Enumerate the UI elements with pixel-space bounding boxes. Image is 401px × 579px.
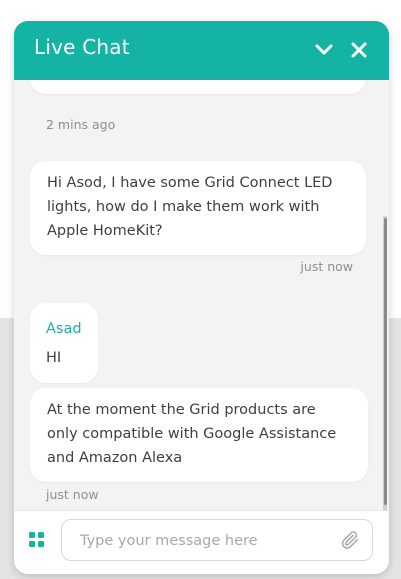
chevron-down-icon	[315, 44, 333, 55]
close-icon	[351, 42, 367, 58]
message-input-box	[61, 519, 373, 561]
apps-button[interactable]	[28, 531, 46, 549]
message-bubble-previous	[30, 80, 366, 94]
minimize-button[interactable]	[312, 38, 336, 62]
chat-header: Live Chat	[14, 21, 389, 80]
message-list[interactable]: 2 mins ago Hi Asod, I have some Grid Con…	[14, 80, 389, 510]
message-text: HI	[46, 350, 62, 366]
close-button[interactable]	[347, 38, 371, 62]
message-timestamp: just now	[46, 487, 99, 502]
user-message-bubble: Hi Asod, I have some Grid Connect LED li…	[30, 161, 366, 255]
paperclip-icon	[341, 531, 359, 549]
chat-title: Live Chat	[34, 35, 130, 59]
agent-message-bubble: At the moment the Grid products are only…	[30, 388, 368, 482]
attach-button[interactable]	[340, 530, 360, 550]
live-chat-widget: Live Chat 2 mins ago Hi Asod, I have som…	[14, 21, 389, 574]
message-text: Hi Asod, I have some Grid Connect LED li…	[47, 175, 333, 239]
agent-message-bubble: Asad HI	[30, 303, 98, 383]
message-composer	[14, 510, 389, 574]
message-timestamp: just now	[300, 259, 353, 274]
message-input[interactable]	[78, 528, 332, 554]
agent-name: Asad	[46, 321, 82, 337]
message-text: At the moment the Grid products are only…	[47, 402, 337, 466]
message-timestamp: 2 mins ago	[46, 117, 116, 132]
scrollbar-thumb[interactable]	[384, 218, 387, 505]
grid-icon	[29, 532, 44, 547]
